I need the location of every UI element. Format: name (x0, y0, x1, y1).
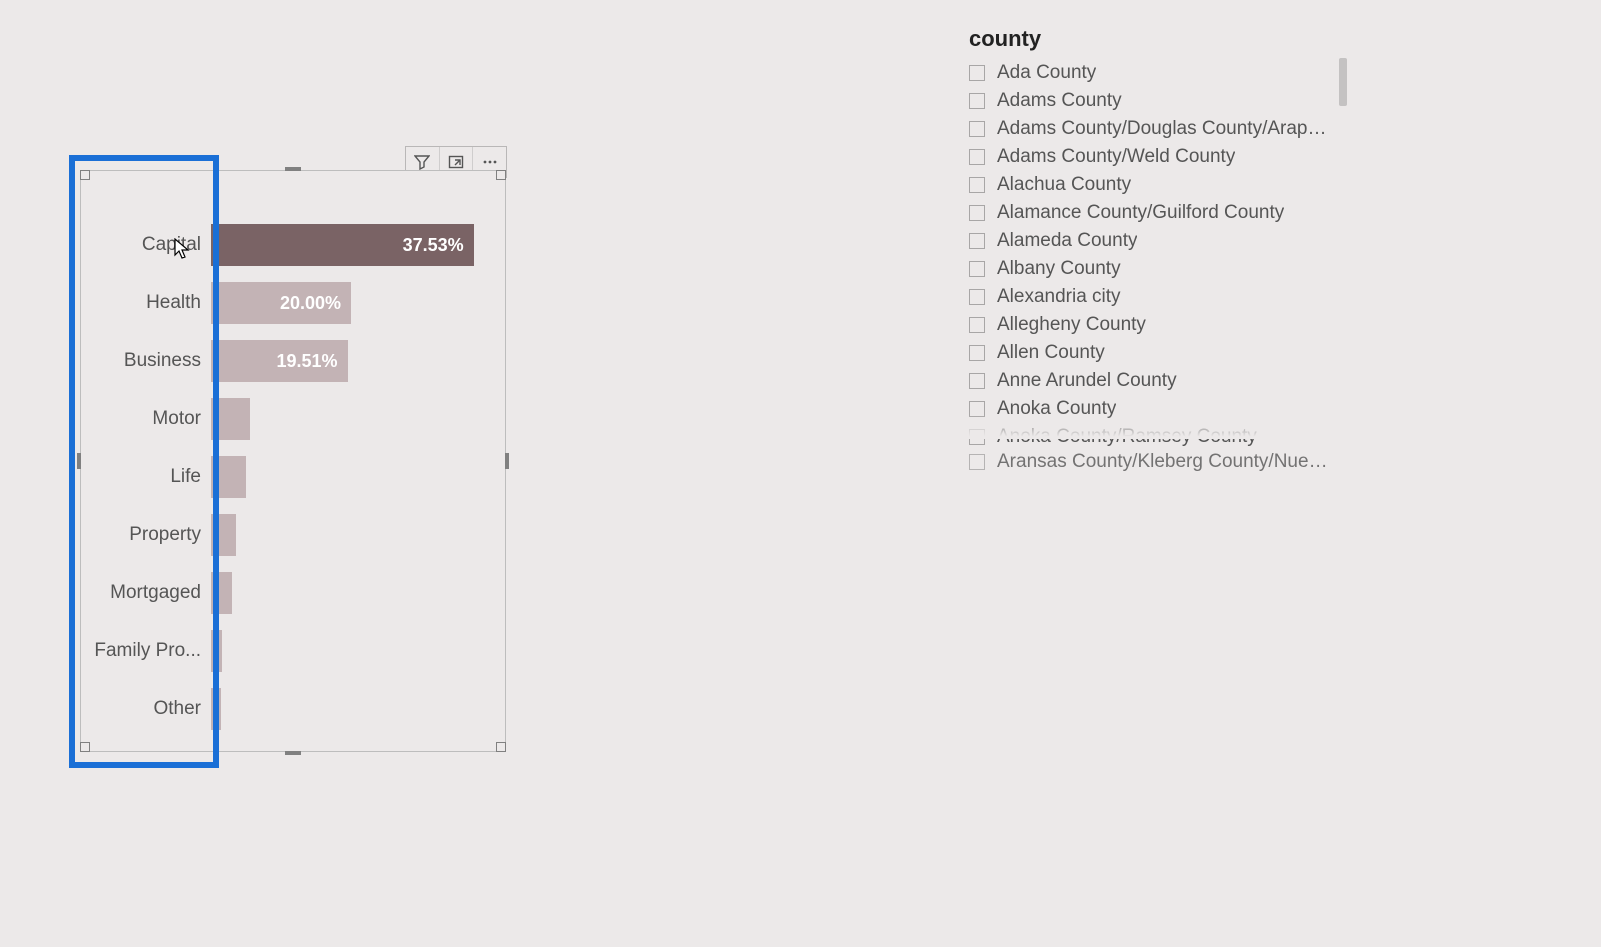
slicer-item-label: Adams County (997, 90, 1122, 112)
checkbox-icon[interactable] (969, 401, 985, 417)
slicer-item-label: Allegheny County (997, 314, 1146, 336)
ellipsis-icon (482, 154, 498, 170)
slicer-item[interactable]: Ada County (969, 60, 1359, 86)
slicer-item-label: Albany County (997, 258, 1121, 280)
checkbox-icon[interactable] (969, 345, 985, 361)
bar[interactable] (211, 398, 250, 440)
slicer-scrollbar-thumb[interactable] (1339, 58, 1347, 106)
slicer-item[interactable]: Adams County/Weld County (969, 144, 1359, 170)
bar[interactable]: 37.53% (211, 224, 474, 266)
bar-category-label: Business (91, 350, 201, 372)
slicer-item[interactable]: Alexandria city (969, 284, 1359, 310)
bar-row[interactable]: Other (211, 680, 495, 738)
slicer-list: Ada County Adams County Adams County/Dougl… (969, 60, 1359, 472)
slicer-item-label: Anoka County/Ramsey County (997, 426, 1257, 448)
checkbox-icon[interactable] (969, 429, 985, 445)
slicer-item-label: Ada County (997, 62, 1096, 84)
slicer-item-label: Adams County/Weld County (997, 146, 1235, 168)
slicer-item[interactable]: Aransas County/Kleberg County/Nueces C..… (969, 452, 1359, 472)
bar-category-label: Motor (91, 408, 201, 430)
slicer-item-label: Alexandria city (997, 286, 1121, 308)
slicer-item[interactable]: Adams County/Douglas County/Arapahoe ... (969, 116, 1359, 142)
bar-chart-visual[interactable]: Capital37.53%Health20.00%Business19.51%M… (80, 170, 506, 752)
slicer-item-label: Alamance County/Guilford County (997, 202, 1284, 224)
slicer-item[interactable]: Adams County (969, 88, 1359, 114)
checkbox-icon[interactable] (969, 454, 985, 470)
slicer-item-label: Aransas County/Kleberg County/Nueces C..… (997, 452, 1337, 472)
checkbox-icon[interactable] (969, 233, 985, 249)
bar-category-label: Family Pro... (91, 640, 201, 662)
checkbox-icon[interactable] (969, 121, 985, 137)
checkbox-icon[interactable] (969, 177, 985, 193)
bar[interactable] (211, 688, 221, 730)
slicer-item[interactable]: Allen County (969, 340, 1359, 366)
slicer-item-label: Anne Arundel County (997, 370, 1177, 392)
focus-icon (448, 154, 464, 170)
bar[interactable] (211, 572, 232, 614)
bar-category-label: Mortgaged (91, 582, 201, 604)
bar-row[interactable]: Business19.51% (211, 332, 495, 390)
slicer-item[interactable]: Albany County (969, 256, 1359, 282)
checkbox-icon[interactable] (969, 93, 985, 109)
checkbox-icon[interactable] (969, 289, 985, 305)
bar[interactable] (211, 456, 246, 498)
resize-handle-right[interactable] (505, 453, 509, 469)
bar[interactable] (211, 630, 222, 672)
slicer-item[interactable]: Alachua County (969, 172, 1359, 198)
slicer-item[interactable]: Anoka County (969, 396, 1359, 422)
slicer-item[interactable]: Anne Arundel County (969, 368, 1359, 394)
bar-category-label: Capital (91, 234, 201, 256)
slicer-item[interactable]: Allegheny County (969, 312, 1359, 338)
filter-icon (414, 154, 430, 170)
slicer-item[interactable]: Alameda County (969, 228, 1359, 254)
bar-row[interactable]: Life (211, 448, 495, 506)
bar[interactable]: 19.51% (211, 340, 348, 382)
bar-row[interactable]: Property (211, 506, 495, 564)
bar-row[interactable]: Family Pro... (211, 622, 495, 680)
bar-row[interactable]: Motor (211, 390, 495, 448)
bar-category-label: Property (91, 524, 201, 546)
bar[interactable]: 20.00% (211, 282, 351, 324)
checkbox-icon[interactable] (969, 373, 985, 389)
slicer-title: county (969, 26, 1359, 52)
slicer-item[interactable]: Alamance County/Guilford County (969, 200, 1359, 226)
checkbox-icon[interactable] (969, 149, 985, 165)
slicer-item-label: Adams County/Douglas County/Arapahoe ... (997, 118, 1337, 140)
bar-row[interactable]: Mortgaged (211, 564, 495, 622)
bar[interactable] (211, 514, 236, 556)
checkbox-icon[interactable] (969, 261, 985, 277)
bar-row[interactable]: Capital37.53% (211, 216, 495, 274)
checkbox-icon[interactable] (969, 205, 985, 221)
slicer-item-label: Anoka County (997, 398, 1116, 420)
slicer-item-label: Alameda County (997, 230, 1137, 252)
county-slicer[interactable]: county Ada County Adams County Adams Count… (969, 26, 1359, 474)
chart-plot-area: Capital37.53%Health20.00%Business19.51%M… (81, 171, 505, 751)
bar-row[interactable]: Health20.00% (211, 274, 495, 332)
bar-category-label: Health (91, 292, 201, 314)
bar-category-label: Life (91, 466, 201, 488)
bar-category-label: Other (91, 698, 201, 720)
slicer-item-label: Allen County (997, 342, 1105, 364)
slicer-item-label: Alachua County (997, 174, 1131, 196)
resize-handle-bottom[interactable] (285, 751, 301, 755)
checkbox-icon[interactable] (969, 317, 985, 333)
checkbox-icon[interactable] (969, 65, 985, 81)
slicer-item[interactable]: Anoka County/Ramsey County (969, 424, 1359, 450)
